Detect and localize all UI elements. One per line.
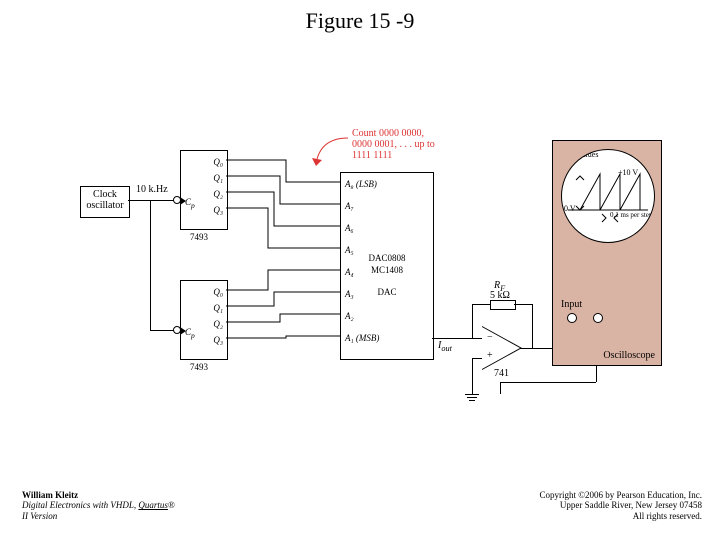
book-suffix: II Version [22, 511, 57, 521]
q3-label: Q₃ [213, 205, 223, 215]
copyright-line: Upper Saddle River, New Jersey 07458 [539, 500, 702, 511]
dac-label: DAC [341, 287, 433, 297]
clock-oscillator-block: Clock oscillator [80, 186, 130, 218]
iout-label: Iout [438, 340, 452, 353]
q1-label: Q₁ [213, 173, 223, 183]
wire [532, 304, 533, 348]
oscilloscope-screen: 256 values +10 V 0 V 0.1 ms per step [561, 149, 655, 243]
feedback-resistor [490, 300, 516, 310]
q3-label: Q₃ [213, 335, 223, 345]
oscilloscope-panel: 256 values +10 V 0 V 0.1 ms per step Inp… [552, 140, 662, 366]
book-prefix: Digital Electronics with VHDL, [22, 500, 138, 510]
dac-pin-a6: A₆ [345, 223, 354, 233]
book-title: Digital Electronics with VHDL, Quartus® … [22, 500, 175, 522]
scope-input-label: Input [561, 299, 582, 310]
circuit-diagram: Clock oscillator 10 k.Hz Cp Q₀ Q₁ Q₂ Q₃ … [80, 140, 660, 440]
counter-7493-lower: Cp Q₀ Q₁ Q₂ Q₃ [180, 280, 228, 360]
rf-value: 5 kΩ [490, 290, 510, 301]
wire [472, 304, 490, 305]
footer-author-block: William Kleitz Digital Electronics with … [22, 490, 175, 522]
counter-chip-label-2: 7493 [190, 362, 208, 372]
dac-pin-a1: A₁ (MSB) [345, 333, 379, 343]
cp-label: Cp [185, 327, 195, 340]
q2-label: Q₂ [213, 319, 223, 329]
dac-pin-a8: A₈ (LSB) [345, 179, 377, 189]
opamp-plus: + [487, 350, 493, 361]
scope-step: 0.1 ms per step [610, 212, 652, 219]
wire [514, 304, 532, 305]
copyright-line: Copyright ©2006 by Pearson Education, In… [539, 490, 702, 501]
wire [150, 200, 151, 330]
dac-pin-a7: A₇ [345, 201, 354, 211]
scope-input-jack [567, 313, 577, 323]
edge-trigger-icon [180, 197, 186, 205]
neg-edge-bubble [173, 326, 181, 334]
q1-label: Q₁ [213, 303, 223, 313]
count-note-line: 0000 0001, . . . up to [352, 139, 435, 150]
q2-label: Q₂ [213, 189, 223, 199]
wire [150, 330, 175, 331]
q0-label: Q₀ [213, 157, 223, 167]
dac-pin-a2: A₂ [345, 311, 354, 321]
cp-label: Cp [185, 197, 195, 210]
opamp-part-label: 741 [494, 368, 509, 379]
clock-frequency-label: 10 k.Hz [136, 184, 168, 195]
copyright-line: All rights reserved. [539, 511, 702, 522]
oscilloscope-title: Oscilloscope [603, 350, 655, 361]
waveform-icon [562, 150, 654, 242]
wire [500, 382, 501, 394]
figure-title: Figure 15 -9 [0, 8, 720, 34]
wire [472, 358, 473, 394]
opamp-minus: − [487, 332, 493, 343]
wire [432, 338, 482, 339]
wire [472, 358, 482, 359]
count-note-line: Count 0000 0000, [352, 128, 424, 139]
q0-label: Q₀ [213, 287, 223, 297]
wire [472, 304, 473, 338]
author-name: William Kleitz [22, 490, 175, 501]
book-tool: Quartus [138, 500, 168, 510]
scope-ground-jack [593, 313, 603, 323]
counter-chip-label-1: 7493 [190, 232, 208, 242]
scope-vlo: 0 V [564, 204, 576, 213]
wire-bus [226, 150, 346, 360]
counter-7493-upper: Cp Q₀ Q₁ Q₂ Q₃ [180, 150, 228, 230]
scope-vhi: +10 V [618, 168, 638, 177]
scope-values-note: 256 values [564, 150, 598, 159]
dac-part-number-2: MC1408 [341, 265, 433, 275]
count-sequence-note: Count 0000 0000, 0000 0001, . . . up to … [352, 128, 435, 161]
wire [128, 200, 175, 201]
dac-block: A₈ (LSB) A₇ A₆ A₅ A₄ A₃ A₂ A₁ (MSB) DAC0… [340, 172, 434, 360]
count-note-arrow-icon [310, 134, 350, 174]
count-note-line: 1111 1111 [352, 150, 392, 161]
registered-mark: ® [168, 500, 175, 510]
wire [500, 382, 596, 383]
footer-copyright-block: Copyright ©2006 by Pearson Education, In… [539, 490, 702, 522]
dac-part-number-1: DAC0808 [341, 253, 433, 263]
